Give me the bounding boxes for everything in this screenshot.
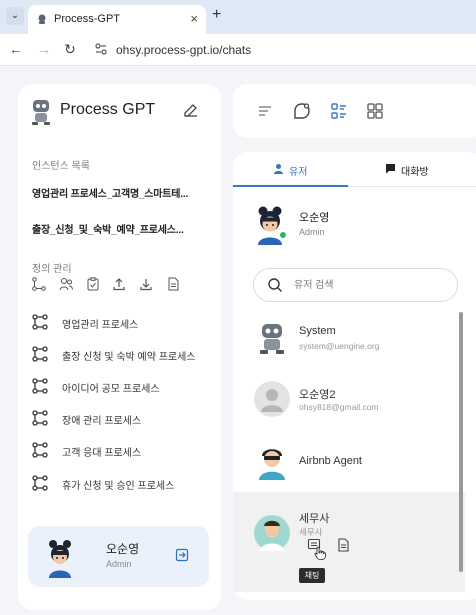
browser-tab-bar: ⌄ Process-GPT × + bbox=[0, 0, 476, 34]
upload-icon[interactable] bbox=[112, 277, 126, 291]
user-name: 오순영2 bbox=[299, 389, 336, 401]
user-list-item[interactable]: System system@uengine.org bbox=[233, 307, 465, 369]
process-map-icon bbox=[32, 346, 48, 362]
process-label: 휴가 신청 및 승인 프로세스 bbox=[62, 481, 175, 492]
forward-icon[interactable]: → bbox=[36, 41, 52, 57]
search-icon bbox=[268, 278, 282, 292]
chat-room-icon[interactable] bbox=[385, 163, 396, 174]
process-map-icon bbox=[32, 410, 48, 426]
new-tab-button[interactable]: + bbox=[212, 6, 221, 24]
process-label: 아이디어 공모 프로세스 bbox=[62, 384, 160, 395]
process-item[interactable]: 휴가 신청 및 승인 프로세스 bbox=[32, 473, 212, 493]
process-item[interactable]: 출장 신청 및 숙박 예약 프로세스 bbox=[32, 344, 212, 364]
chat-user-panel: 유저 대화방 오순영 Admin System system@uengine.o… bbox=[233, 152, 476, 600]
instances-title: 인스턴스 목록 bbox=[32, 161, 90, 172]
menu-lines-icon[interactable] bbox=[255, 101, 275, 121]
user-name: 오순영 bbox=[106, 542, 140, 556]
robot-avatar-icon bbox=[260, 324, 284, 354]
instance-item[interactable]: 영업관리 프로세스_고객명_스마트테... bbox=[32, 185, 188, 200]
process-item[interactable]: 장애 관리 프로세스 bbox=[32, 408, 212, 428]
process-label: 고객 응대 프로세스 bbox=[62, 448, 142, 459]
process-label: 장애 관리 프로세스 bbox=[62, 416, 142, 427]
avatar bbox=[49, 540, 71, 578]
user-role: Admin bbox=[106, 559, 132, 569]
users-icon[interactable] bbox=[59, 277, 73, 291]
panel-tabs: 유저 대화방 bbox=[233, 152, 476, 187]
calendar-clipboard-icon[interactable] bbox=[86, 277, 100, 291]
default-avatar-icon bbox=[254, 381, 290, 417]
scrollbar-thumb[interactable] bbox=[459, 312, 463, 572]
me-name: 오순영 bbox=[299, 212, 330, 224]
definitions-title: 정의 관리 bbox=[32, 264, 72, 275]
user-name: Airbnb Agent bbox=[299, 455, 362, 467]
user-list-item[interactable]: 오순영2 ohsy818@gmail.com bbox=[233, 368, 465, 430]
current-user-card: 오순영 Admin bbox=[28, 526, 209, 587]
user-list-item[interactable]: 세무사 세무사 bbox=[233, 492, 465, 592]
grid-view-icon[interactable] bbox=[365, 101, 385, 121]
online-status-dot bbox=[279, 231, 287, 239]
process-map-icon bbox=[32, 442, 48, 458]
reload-icon[interactable]: ↻ bbox=[62, 41, 78, 58]
sidebar: Process GPT 인스턴스 목록 영업관리 프로세스_고객명_스마트테..… bbox=[18, 84, 221, 610]
tooltip: 채팅 bbox=[299, 568, 325, 583]
site-settings-icon[interactable] bbox=[94, 42, 108, 56]
agent-avatar-icon bbox=[259, 449, 285, 480]
user-name: 세무사 bbox=[299, 513, 330, 525]
close-tab-icon[interactable]: × bbox=[190, 11, 198, 26]
me-role: Admin bbox=[299, 227, 325, 237]
chat-bubble-icon[interactable] bbox=[292, 101, 312, 121]
logout-icon[interactable] bbox=[175, 548, 189, 562]
document-icon[interactable] bbox=[336, 538, 350, 552]
process-map-icon bbox=[32, 475, 48, 491]
edit-icon[interactable] bbox=[182, 101, 200, 119]
avatar bbox=[258, 206, 282, 245]
url-input[interactable]: ohsy.process-gpt.io/chats bbox=[116, 43, 251, 57]
brand-name: Process GPT bbox=[60, 101, 156, 118]
process-item[interactable]: 고객 응대 프로세스 bbox=[32, 440, 212, 460]
process-label: 영업관리 프로세스 bbox=[62, 320, 139, 331]
tab-title: Process-GPT bbox=[54, 13, 121, 25]
user-search[interactable] bbox=[253, 268, 458, 302]
address-bar: ← → ↻ ohsy.process-gpt.io/chats bbox=[0, 34, 476, 66]
favicon-icon bbox=[38, 14, 46, 24]
list-view-icon[interactable] bbox=[329, 101, 349, 121]
user-list-item[interactable]: Airbnb Agent bbox=[233, 430, 465, 492]
process-map-icon[interactable] bbox=[32, 277, 46, 291]
download-icon[interactable] bbox=[139, 277, 153, 291]
search-input[interactable] bbox=[294, 277, 444, 293]
robot-logo-icon bbox=[32, 100, 50, 125]
instance-item[interactable]: 출장_신청_및_숙박_예약_프로세스... bbox=[32, 221, 184, 236]
process-map-icon bbox=[32, 314, 48, 330]
process-item[interactable]: 영업관리 프로세스 bbox=[32, 312, 212, 332]
hand-cursor-icon bbox=[314, 546, 326, 560]
user-email: ohsy818@gmail.com bbox=[299, 402, 379, 412]
tab-users-label: 유저 bbox=[289, 167, 308, 178]
process-label: 출장 신청 및 숙박 예약 프로세스 bbox=[62, 352, 196, 363]
user-name: System bbox=[299, 325, 336, 337]
process-item[interactable]: 아이디어 공모 프로세스 bbox=[32, 376, 212, 396]
user-email: system@uengine.org bbox=[299, 341, 380, 351]
document-icon[interactable] bbox=[166, 277, 180, 291]
tab-chatrooms[interactable]: 대화방 bbox=[401, 163, 429, 178]
user-icon bbox=[274, 164, 283, 174]
browser-tab[interactable]: Process-GPT × bbox=[28, 5, 206, 34]
avatar bbox=[254, 515, 290, 551]
back-icon[interactable]: ← bbox=[8, 41, 24, 57]
process-map-icon bbox=[32, 378, 48, 394]
user-email: 세무사 bbox=[299, 527, 323, 537]
tab-search-button[interactable]: ⌄ bbox=[6, 7, 24, 25]
view-toolbar bbox=[233, 84, 476, 138]
